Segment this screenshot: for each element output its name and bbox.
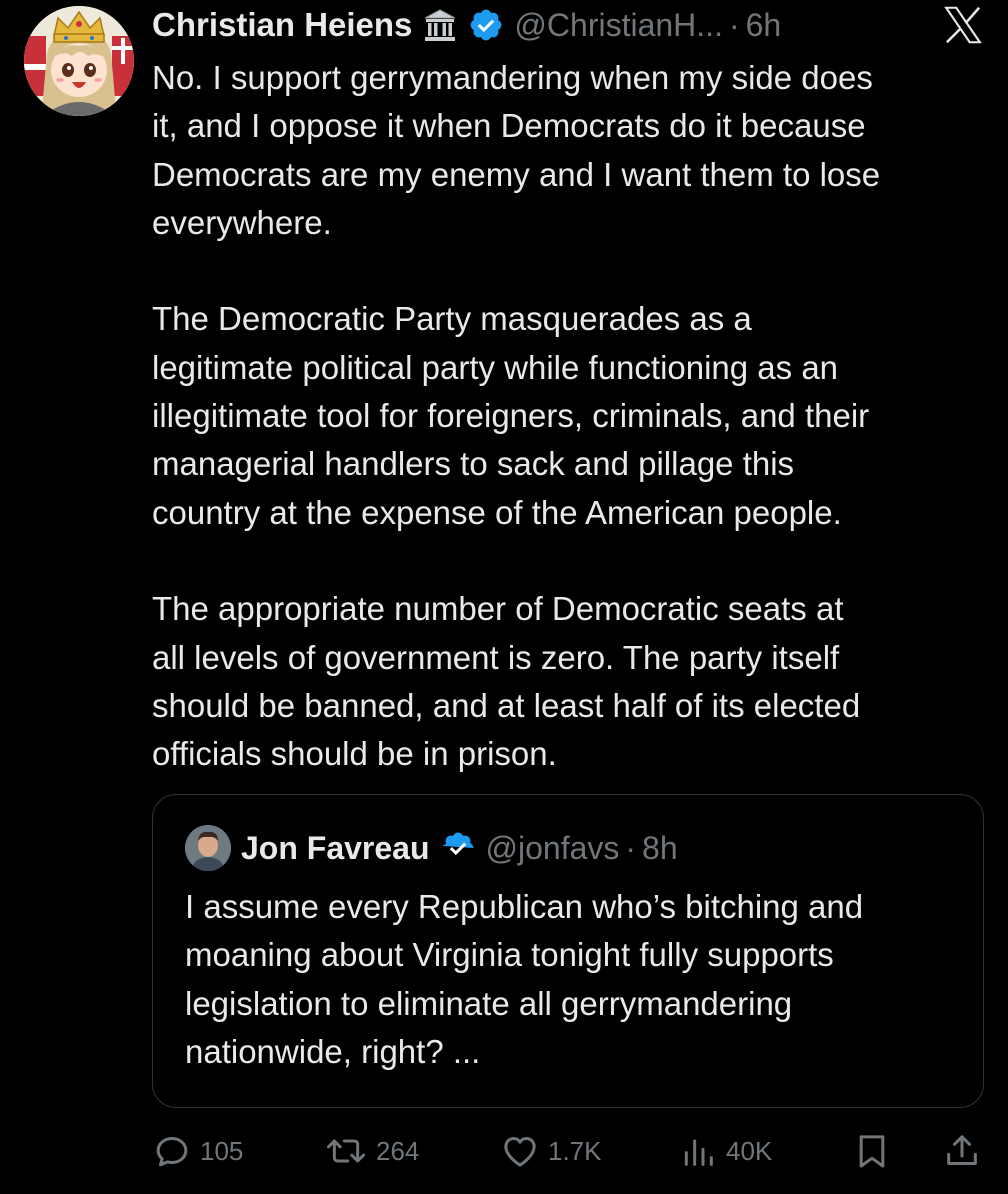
view-count: 40K bbox=[726, 1135, 773, 1166]
quoted-tweet[interactable]: Jon Favreau @jonfavs · 8h I assume every… bbox=[152, 794, 984, 1108]
reply-button[interactable]: 105 bbox=[152, 1126, 243, 1176]
x-logo-icon bbox=[940, 2, 986, 48]
heart-icon bbox=[500, 1131, 540, 1171]
tweet[interactable]: Christian Heiens @ChristianH... · 6h No.… bbox=[0, 0, 1008, 1194]
bookmark-icon bbox=[852, 1131, 892, 1171]
author-handle[interactable]: @ChristianH... bbox=[514, 7, 723, 44]
author-avatar[interactable] bbox=[24, 6, 134, 116]
quoted-tweet-text: I assume every Republican who’s bitching… bbox=[185, 888, 864, 1070]
action-bar: 105 264 1.7K 40K bbox=[152, 1126, 982, 1176]
verified-badge-icon bbox=[440, 830, 476, 866]
author-display-name[interactable]: Christian Heiens bbox=[152, 6, 412, 44]
quoted-tweet-timestamp[interactable]: 8h bbox=[642, 830, 678, 867]
quoted-author-handle[interactable]: @jonfavs bbox=[486, 830, 620, 867]
reply-count: 105 bbox=[200, 1135, 244, 1166]
quoted-author-avatar[interactable] bbox=[185, 825, 231, 871]
header-separator: · bbox=[728, 6, 740, 43]
repost-icon bbox=[324, 1131, 368, 1171]
share-button[interactable] bbox=[942, 1126, 982, 1176]
classical-building-icon bbox=[422, 7, 458, 43]
like-button[interactable]: 1.7K bbox=[500, 1126, 602, 1176]
tweet-header: Christian Heiens @ChristianH... · 6h bbox=[152, 2, 781, 48]
like-count: 1.7K bbox=[548, 1135, 602, 1166]
repost-button[interactable]: 264 bbox=[324, 1126, 419, 1176]
quoted-header-separator: · bbox=[625, 829, 637, 866]
views-button[interactable]: 40K bbox=[678, 1126, 772, 1176]
quoted-tweet-header: Jon Favreau @jonfavs · 8h bbox=[185, 825, 678, 871]
bookmark-button[interactable] bbox=[852, 1126, 892, 1176]
repost-count: 264 bbox=[376, 1135, 420, 1166]
share-icon bbox=[942, 1131, 982, 1171]
reply-icon bbox=[152, 1131, 192, 1171]
tweet-text: No. I support gerrymandering when my sid… bbox=[152, 59, 881, 773]
tweet-timestamp[interactable]: 6h bbox=[746, 7, 782, 44]
views-chart-icon bbox=[678, 1131, 718, 1171]
verified-badge-icon bbox=[468, 7, 504, 43]
quoted-author-display-name[interactable]: Jon Favreau bbox=[241, 830, 430, 867]
